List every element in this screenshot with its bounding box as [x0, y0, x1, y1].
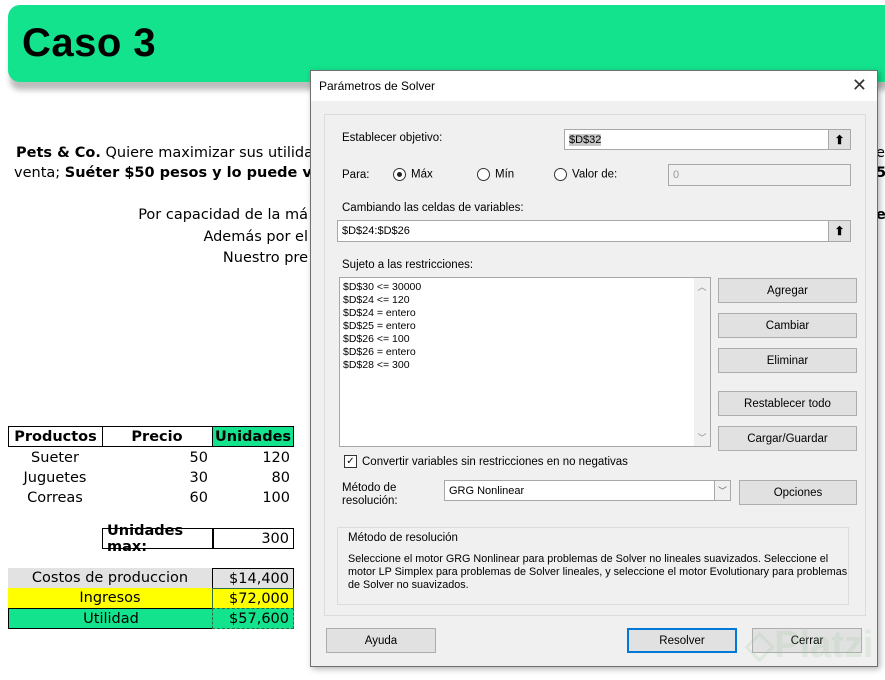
cell-precio[interactable]: 50 — [102, 448, 212, 468]
chevron-down-icon[interactable]: ﹀ — [714, 481, 730, 500]
radio-max[interactable]: Máx — [393, 168, 433, 181]
vars-label: Cambiando las celdas de variables: — [342, 202, 524, 214]
objective-label: Establecer objetivo: — [342, 132, 443, 144]
radio-icon — [554, 168, 567, 181]
revenue-value[interactable]: $72,000 — [212, 588, 294, 609]
checkmark-icon: ✓ — [344, 455, 357, 468]
nonneg-label: Convertir variables sin restricciones en… — [362, 455, 628, 468]
add-button[interactable]: Agregar — [718, 278, 857, 303]
constraints-label: Sujeto a las restricciones: — [342, 259, 474, 271]
cell-unidades[interactable]: 100 — [212, 488, 294, 508]
max-units-label[interactable]: Unidades max: — [102, 523, 214, 555]
header-precio[interactable]: Precio — [101, 426, 214, 447]
problem-line-5: Nuestro pre — [222, 250, 308, 266]
profit-label[interactable]: Utilidad — [8, 608, 214, 629]
problem-line-3: Por capacidad de la má — [138, 207, 308, 223]
cell-unidades[interactable]: 120 — [212, 448, 294, 468]
radio-max-label: Máx — [411, 168, 433, 181]
problem-text: Quiere maximizar sus utilidad — [100, 145, 323, 161]
radio-value[interactable]: Valor de: — [554, 168, 617, 181]
constraint-item[interactable]: $D$24 <= 120 — [343, 294, 707, 307]
scroll-up-icon[interactable]: ︿ — [694, 280, 710, 293]
radio-min-label: Mín — [495, 168, 515, 181]
radio-min[interactable]: Mín — [477, 168, 514, 181]
solver-dialog: Parámetros de Solver ✕ Establecer objeti… — [310, 70, 878, 667]
cell-precio[interactable]: 60 — [102, 488, 212, 508]
problem-text: venta; — [14, 165, 65, 181]
change-button[interactable]: Cambiar — [718, 313, 857, 338]
nonneg-checkbox[interactable]: ✓ Convertir variables sin restricciones e… — [344, 455, 628, 468]
value-input[interactable]: 0 — [668, 164, 851, 186]
dialog-titlebar: Parámetros de Solver — [311, 71, 877, 101]
options-button[interactable]: Opciones — [739, 480, 857, 505]
costs-label[interactable]: Costos de produccion — [8, 568, 212, 588]
close-icon[interactable]: ✕ — [852, 75, 867, 96]
cell-precio[interactable]: 30 — [102, 468, 212, 488]
page-title: Caso 3 — [22, 21, 157, 65]
solve-button[interactable]: Resolver — [627, 628, 737, 653]
vars-input[interactable]: $D$24:$D$26 ⬆ — [337, 220, 851, 242]
collapse-ref-icon[interactable]: ⬆ — [828, 221, 850, 241]
constraint-item[interactable]: $D$30 <= 30000 — [343, 281, 707, 294]
cell-producto[interactable]: Juguetes — [8, 468, 102, 488]
platzi-watermark: ◇Platzi — [745, 624, 874, 666]
method-info-text: Seleccione el motor GRG Nonlinear para p… — [348, 553, 848, 591]
scrollbar[interactable]: ︿ ﹀ — [694, 278, 710, 446]
radio-icon — [477, 168, 490, 181]
radio-value-label: Valor de: — [572, 168, 618, 181]
help-button[interactable]: Ayuda — [326, 628, 436, 653]
collapse-ref-icon[interactable]: ⬆ — [828, 130, 850, 149]
method-select[interactable]: GRG Nonlinear ﹀ — [444, 480, 731, 501]
max-units-value[interactable]: 300 — [212, 528, 294, 549]
problem-line-2: venta; Suéter $50 pesos y lo puede ven — [14, 165, 332, 181]
cell-producto[interactable]: Sueter — [8, 448, 102, 468]
method-info-title: Método de resolución — [348, 532, 458, 544]
header-unidades[interactable]: Unidades — [212, 426, 294, 447]
constraint-item[interactable]: $D$25 = entero — [343, 320, 707, 333]
profit-value[interactable]: $57,600 — [212, 608, 294, 629]
reset-all-button[interactable]: Restablecer todo — [718, 391, 857, 416]
scroll-down-icon[interactable]: ﹀ — [694, 431, 710, 444]
constraint-item[interactable]: $D$28 <= 300 — [343, 359, 707, 372]
delete-button[interactable]: Eliminar — [718, 348, 857, 373]
cell-producto[interactable]: Correas — [8, 488, 102, 508]
cell-unidades[interactable]: 80 — [212, 468, 294, 488]
constraint-item[interactable]: $D$24 = entero — [343, 307, 707, 320]
company-name: Pets & Co. — [16, 145, 101, 161]
radio-selected-icon — [393, 168, 406, 181]
method-label: Método de resolución: — [342, 482, 398, 507]
objective-input[interactable]: $D$32 ⬆ — [564, 129, 851, 150]
to-label: Para: — [342, 169, 370, 181]
load-save-button[interactable]: Cargar/Guardar — [718, 426, 857, 451]
constraints-list[interactable]: $D$30 <= 30000 $D$24 <= 120 $D$24 = entero… — [339, 277, 711, 447]
costs-value[interactable]: $14,400 — [212, 568, 294, 589]
vars-value: $D$24:$D$26 — [342, 225, 410, 237]
revenue-label[interactable]: Ingresos — [8, 588, 212, 608]
problem-line-4: Además por el — [203, 229, 308, 245]
constraint-item[interactable]: $D$26 = entero — [343, 346, 707, 359]
problem-line-1: Pets & Co. Quiere maximizar sus utilidad — [16, 145, 322, 161]
header-productos[interactable]: Productos — [8, 426, 103, 447]
method-value: GRG Nonlinear — [449, 484, 525, 497]
dialog-title: Parámetros de Solver — [319, 79, 436, 93]
constraint-item[interactable]: $D$26 <= 100 — [343, 333, 707, 346]
objective-value: $D$32 — [569, 133, 602, 146]
problem-text-bold: Suéter $50 pesos y lo puede ven — [64, 165, 333, 181]
